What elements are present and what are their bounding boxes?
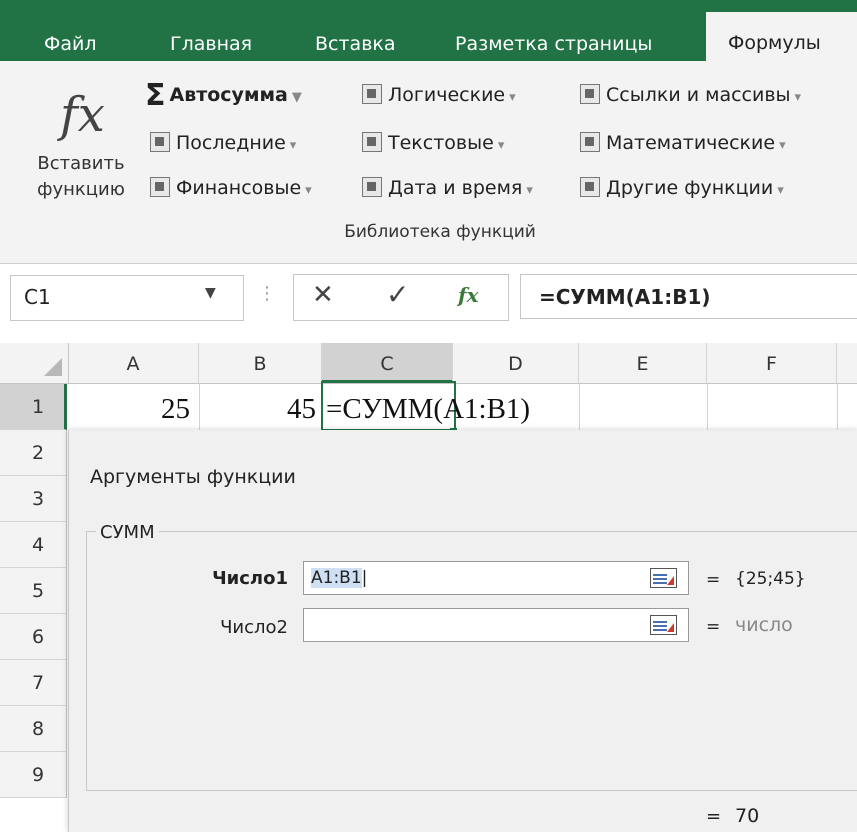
row-header-5[interactable]: 5 bbox=[0, 568, 67, 614]
chevron-down-icon: ▾ bbox=[779, 138, 786, 153]
column-header-b[interactable]: B bbox=[199, 343, 322, 383]
row-header-9[interactable]: 9 bbox=[0, 752, 67, 798]
chevron-down-icon: ▼ bbox=[291, 90, 302, 105]
chevron-down-icon: ▾ bbox=[794, 90, 802, 105]
recent-button[interactable]: Последние ▾ bbox=[150, 128, 296, 158]
chevron-down-icon: ▾ bbox=[497, 138, 505, 153]
column-header-c[interactable]: C bbox=[322, 343, 453, 383]
row-header-8[interactable]: 8 bbox=[0, 706, 67, 752]
collapse-dialog-icon[interactable] bbox=[650, 568, 677, 588]
column-header-f[interactable]: F bbox=[707, 343, 837, 383]
date-time-button[interactable]: Дата и время ▾ bbox=[362, 173, 533, 203]
resize-handle-icon[interactable]: ⋮ bbox=[258, 283, 276, 304]
search-icon bbox=[580, 84, 600, 104]
more-functions-button[interactable]: Другие функции ▾ bbox=[580, 173, 784, 203]
formula-input[interactable]: =СУММ(A1:B1) bbox=[520, 274, 857, 319]
cell-a1[interactable]: 25 bbox=[68, 384, 190, 430]
sigma-icon: Σ bbox=[145, 78, 166, 113]
function-library-group-label: Библиотека функций bbox=[344, 222, 536, 242]
select-all-triangle-icon bbox=[44, 358, 62, 376]
ribbon-tab-bar: Файл Главная Вставка Разметка страницы Ф… bbox=[0, 0, 857, 61]
arg1-value: A1:B1| bbox=[311, 568, 368, 588]
finance-icon bbox=[150, 177, 170, 197]
row-header-7[interactable]: 7 bbox=[0, 660, 67, 706]
cell-b1[interactable]: 45 bbox=[199, 384, 316, 430]
clock-icon bbox=[362, 177, 382, 197]
row-header-2[interactable]: 2 bbox=[0, 430, 67, 476]
tab-insert[interactable]: Вставка bbox=[315, 0, 396, 61]
column-header-e[interactable]: E bbox=[579, 343, 707, 383]
tab-file[interactable]: Файл bbox=[44, 0, 97, 61]
more-icon bbox=[580, 177, 600, 197]
theta-icon bbox=[580, 132, 600, 152]
gridline bbox=[707, 384, 708, 430]
function-result: 70 bbox=[735, 805, 760, 827]
text-icon bbox=[362, 132, 382, 152]
column-header-d[interactable]: D bbox=[453, 343, 579, 383]
arg2-input[interactable] bbox=[303, 608, 689, 642]
chevron-down-icon: ▾ bbox=[305, 183, 312, 198]
financial-button[interactable]: Финансовые ▾ bbox=[150, 173, 312, 203]
chevron-down-icon: ▾ bbox=[526, 183, 533, 198]
gridline bbox=[579, 384, 580, 430]
collapse-dialog-icon[interactable] bbox=[650, 615, 677, 635]
arg2-label: Число2 bbox=[220, 617, 288, 638]
arg1-equals: = bbox=[706, 570, 721, 590]
chevron-down-icon[interactable]: ▼ bbox=[205, 285, 216, 301]
row-header-1[interactable]: 1 bbox=[0, 384, 67, 430]
insert-function-label: Вставить функцию bbox=[37, 153, 125, 200]
cancel-icon[interactable]: ✕ bbox=[312, 280, 334, 310]
row-header-6[interactable]: 6 bbox=[0, 614, 67, 660]
star-icon bbox=[150, 132, 170, 152]
chevron-down-icon: ▾ bbox=[509, 90, 516, 105]
row-header-4[interactable]: 4 bbox=[0, 522, 67, 568]
fx-icon[interactable]: fx bbox=[458, 283, 479, 307]
logical-button[interactable]: Логические ▾ bbox=[362, 80, 516, 110]
name-box-value: C1 bbox=[24, 285, 51, 309]
gridline bbox=[837, 384, 838, 430]
arg2-result: число bbox=[735, 614, 793, 636]
row-header-3[interactable]: 3 bbox=[0, 476, 67, 522]
chevron-down-icon: ▾ bbox=[777, 183, 784, 198]
cell-c1-formula: =СУММ(A1:B1) bbox=[326, 393, 531, 425]
chevron-down-icon: ▾ bbox=[289, 138, 297, 153]
arg2-equals: = bbox=[706, 617, 721, 637]
text-button[interactable]: Текстовые ▾ bbox=[362, 128, 504, 158]
fx-icon: fx bbox=[60, 87, 105, 143]
tab-formulas[interactable]: Формулы bbox=[706, 12, 857, 61]
dialog-title: Аргументы функции bbox=[90, 466, 296, 488]
math-trig-button[interactable]: Математические ▾ bbox=[580, 128, 786, 158]
tab-home[interactable]: Главная bbox=[170, 0, 252, 61]
function-name-label: СУММ bbox=[96, 522, 159, 543]
tab-page-layout[interactable]: Разметка страницы bbox=[455, 0, 652, 61]
check-icon[interactable]: ✓ bbox=[386, 278, 409, 311]
arg1-result: {25;45} bbox=[735, 569, 806, 589]
column-header-a[interactable]: A bbox=[68, 343, 199, 383]
lookup-reference-button[interactable]: Ссылки и массивы ▾ bbox=[580, 80, 801, 110]
arg1-label: Число1 bbox=[212, 568, 288, 589]
result-equals: = bbox=[706, 806, 722, 827]
question-icon bbox=[362, 84, 382, 104]
autosum-button[interactable]: Σ Автосумма ▼ bbox=[145, 78, 302, 113]
